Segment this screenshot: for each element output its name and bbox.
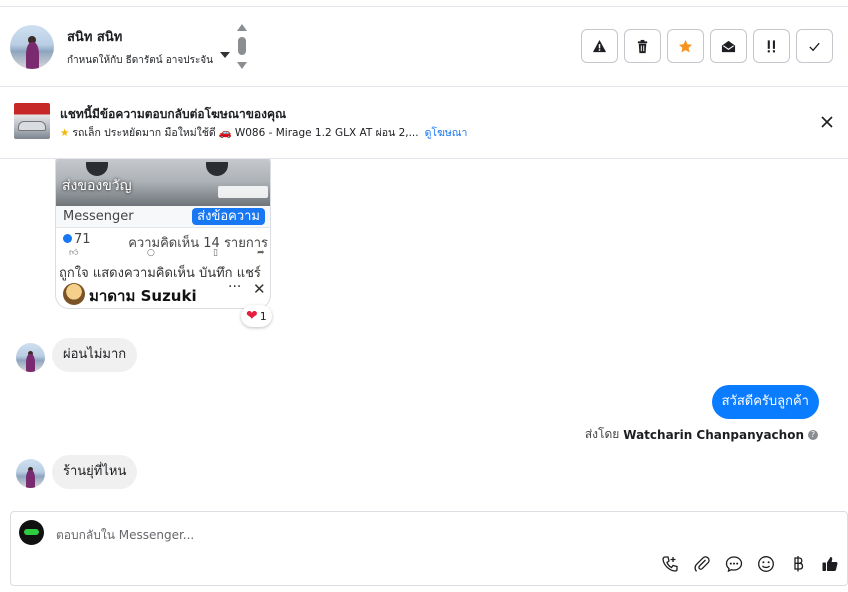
mark-unread-button[interactable] [710, 29, 747, 63]
saved-reply-icon[interactable] [725, 555, 743, 573]
ad-thumbnail[interactable] [14, 103, 50, 139]
ad-desc-part2: W086 - Mirage 1.2 GLX AT ผ่อน 2,... [234, 127, 419, 139]
message-bubble-incoming[interactable]: ร้านยุ่ที่ไหน [52, 455, 138, 489]
conversation-header: สนิท สนิท กำหนดให้กับ ธีดารัตน์ อาจประจั… [0, 7, 848, 87]
close-icon[interactable]: ✕ [253, 280, 266, 298]
message-thread[interactable]: ส่งของขวัญ Messenger ส่งข้อความ 71 ความค… [0, 159, 848, 511]
ad-description: ★ รถเล็ก ประหยัดมาก มือใหม่ใช้ดี 🚗 W086 - M… [60, 124, 467, 141]
agent-name: Watcharin Chanpanyachon [623, 427, 804, 442]
like-icon: 👍︎ [69, 248, 79, 258]
close-icon[interactable] [820, 115, 834, 129]
contact-name[interactable]: สนิท สนิท [67, 26, 122, 47]
page-name: มาดาม Suzuki [89, 287, 197, 305]
ad-reply-title: แชทนี้มีข้อความตอบกลับต่อโฆษณาของคุณ [60, 107, 287, 121]
contact-avatar[interactable] [10, 25, 54, 69]
contact-avatar [16, 459, 45, 488]
post-page-row: มาดาม Suzuki ··· ✕ [56, 279, 270, 308]
post-messenger-row: Messenger ส่งข้อความ [56, 206, 270, 228]
view-ad-link[interactable]: ดูโฆษณา [425, 127, 468, 139]
report-button[interactable] [581, 29, 618, 63]
follow-up-button[interactable] [753, 29, 790, 63]
check-icon [809, 42, 820, 51]
reaction-count: 1 [259, 309, 267, 323]
conversation-nav[interactable] [236, 24, 248, 70]
scroll-handle[interactable] [238, 37, 246, 55]
chevron-up-icon[interactable] [237, 24, 247, 31]
help-icon[interactable]: ? [808, 429, 818, 440]
envelope-open-icon [721, 40, 736, 52]
composer-tools [661, 555, 839, 573]
warning-icon [592, 39, 607, 52]
delete-button[interactable] [624, 29, 661, 63]
share-icon: ➦ [257, 248, 265, 258]
done-button[interactable] [796, 29, 833, 63]
baht-icon[interactable] [789, 555, 807, 573]
star-button[interactable] [667, 29, 704, 63]
shared-post-card[interactable]: ส่งของขวัญ Messenger ส่งข้อความ 71 ความค… [55, 159, 271, 309]
page-avatar [19, 520, 44, 545]
brand-watermark [218, 186, 268, 198]
attachment-icon[interactable] [693, 555, 711, 573]
page-avatar [63, 283, 85, 305]
emoji-icon[interactable] [757, 555, 775, 573]
call-icon[interactable] [661, 555, 679, 573]
message-bubble-outgoing[interactable]: สวัสดีครับลูกค้า [711, 385, 819, 419]
message-bubble-incoming[interactable]: ผ่อนไม่มาก [52, 338, 138, 372]
ad-desc-part1: รถเล็ก ประหยัดมาก มือใหม่ใช้ดี [72, 127, 216, 139]
message-reaction[interactable]: ❤ 1 [241, 305, 272, 327]
star-icon: ★ [60, 127, 70, 139]
comment-icon: ○ [147, 248, 155, 258]
more-icon[interactable]: ··· [228, 279, 241, 295]
send-message-button[interactable]: ส่งข้อความ [192, 208, 265, 225]
like-icon[interactable] [821, 555, 839, 573]
chevron-down-icon[interactable] [220, 52, 230, 58]
post-image[interactable]: ส่งของขวัญ [56, 159, 270, 206]
bookmark-icon: ▯ [213, 248, 218, 258]
trash-icon [637, 39, 648, 53]
chevron-down-icon[interactable] [237, 62, 247, 69]
car-icon: 🚗 [218, 127, 232, 139]
reply-composer[interactable]: ตอบกลับใน Messenger... [10, 511, 848, 586]
gift-label: ส่งของขวัญ [62, 178, 132, 194]
sent-by-prefix: ส่งโดย [584, 427, 620, 441]
star-icon [678, 39, 693, 52]
heart-icon: ❤ [246, 308, 258, 324]
reply-input[interactable]: ตอบกลับใน Messenger... [56, 526, 194, 545]
post-action-icons: 👍︎ ○ ▯ ➦ [63, 248, 268, 260]
likes-count: 71 [63, 232, 91, 247]
sent-by-label: ส่งโดย Watcharin Chanpanyachon ? [585, 425, 818, 444]
contact-avatar [16, 343, 45, 372]
messenger-label: Messenger [63, 209, 134, 224]
assignee-selector[interactable]: กำหนดให้กับ ธีดารัตน์ อาจประจัน [67, 53, 213, 68]
ad-reply-banner: แชทนี้มีข้อความตอบกลับต่อโฆษณาของคุณ ★ รถ… [0, 87, 848, 159]
header-actions [581, 29, 833, 63]
exclamation-icon [767, 39, 775, 52]
